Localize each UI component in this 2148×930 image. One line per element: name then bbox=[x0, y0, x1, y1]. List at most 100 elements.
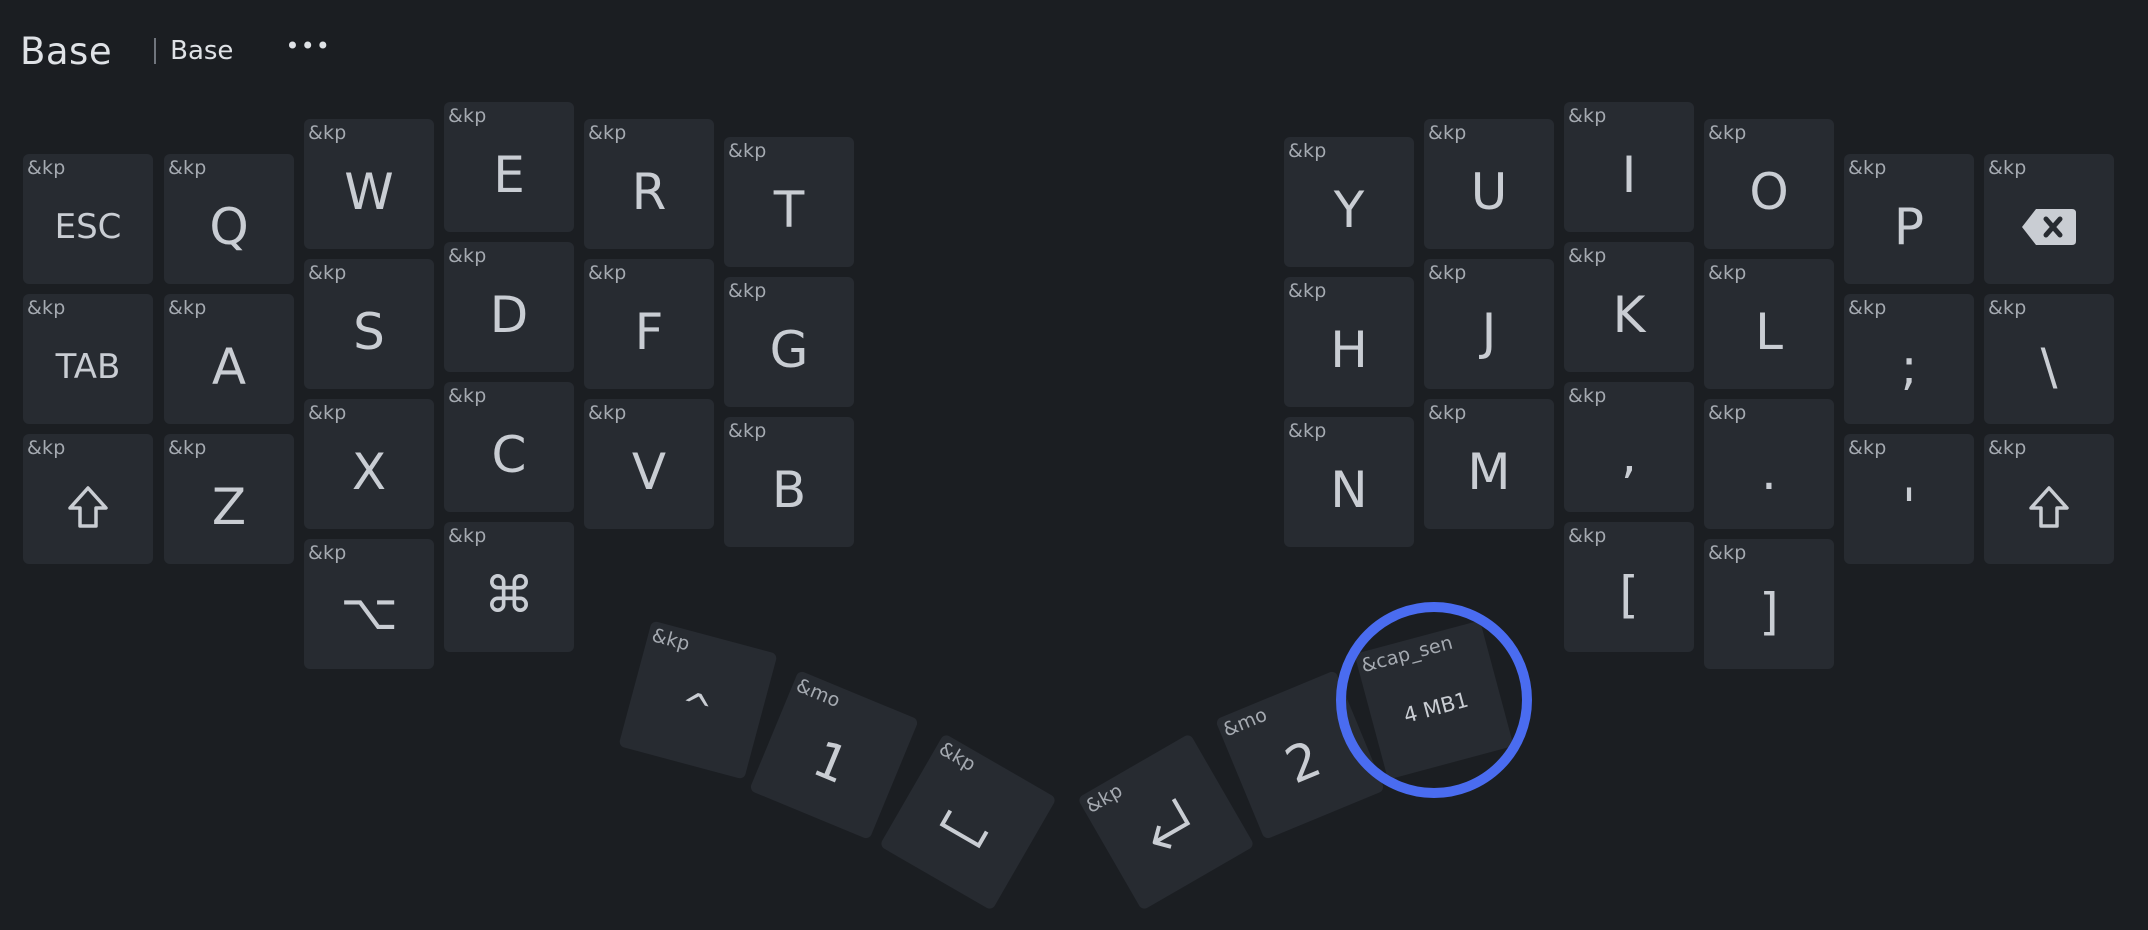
key-param-label: K bbox=[1612, 286, 1646, 344]
key-h[interactable]: &kp H bbox=[1284, 277, 1414, 407]
key-k[interactable]: &kp K bbox=[1564, 242, 1694, 372]
key-param-label: V bbox=[631, 443, 667, 501]
key-binding-label: &kp bbox=[1568, 385, 1607, 407]
key-binding-label: &kp bbox=[1988, 157, 2027, 179]
key-z[interactable]: &kp Z bbox=[164, 434, 294, 564]
key-binding-label: &kp bbox=[1988, 437, 2027, 459]
key-y[interactable]: &kp Y bbox=[1284, 137, 1414, 267]
key-f[interactable]: &kp F bbox=[584, 259, 714, 389]
key-'[interactable]: &kp ' bbox=[1844, 434, 1974, 564]
key-l[interactable]: &kp L bbox=[1704, 259, 1834, 389]
key-2[interactable]: &mo 2 bbox=[1215, 670, 1385, 840]
key-param-label: C bbox=[491, 426, 527, 484]
key-binding-label: &kp bbox=[168, 437, 207, 459]
key-binding-label: &kp bbox=[308, 542, 347, 564]
key-param-label: ESC bbox=[54, 207, 122, 247]
key-esc[interactable]: &kp ESC bbox=[23, 154, 153, 284]
key-binding-label: &kp bbox=[308, 402, 347, 424]
key-param-label: L bbox=[1755, 303, 1783, 361]
key-x[interactable]: &kp X bbox=[304, 399, 434, 529]
key-binding-label: &kp bbox=[168, 297, 207, 319]
key-param-label: ' bbox=[1902, 478, 1916, 536]
key-g[interactable]: &kp G bbox=[724, 277, 854, 407]
key-;[interactable]: &kp; bbox=[1844, 294, 1974, 424]
key-binding-label: &kp bbox=[27, 297, 66, 319]
key-\[interactable]: &kp \ bbox=[1984, 294, 2114, 424]
key-binding-label: &kp bbox=[1288, 280, 1327, 302]
key-1[interactable]: &mo 1 bbox=[749, 670, 919, 840]
key-[[interactable]: &kp [ bbox=[1564, 522, 1694, 652]
key-r[interactable]: &kp R bbox=[584, 119, 714, 249]
key-param-label: T bbox=[773, 181, 805, 239]
layer-name-field[interactable]: Base bbox=[166, 32, 237, 70]
key-n[interactable]: &kp N bbox=[1284, 417, 1414, 547]
key-v[interactable]: &kp V bbox=[584, 399, 714, 529]
key-.[interactable]: &kp. bbox=[1704, 399, 1834, 529]
key-binding-label: &kp bbox=[1568, 105, 1607, 127]
key-binding-label: &kp bbox=[588, 122, 627, 144]
key-^[interactable]: &kp ^ bbox=[618, 620, 778, 780]
key-binding-label: &kp bbox=[588, 262, 627, 284]
key-param-label: ] bbox=[1759, 583, 1779, 641]
key-u[interactable]: &kp U bbox=[1424, 119, 1554, 249]
shift-icon bbox=[1984, 460, 2114, 554]
key-param-label: , bbox=[1621, 426, 1637, 484]
key-param-label: F bbox=[634, 303, 664, 361]
key-param-label: E bbox=[493, 146, 525, 204]
key-p[interactable]: &kp P bbox=[1844, 154, 1974, 284]
key-binding-label: &kp bbox=[1848, 437, 1887, 459]
key-return-icon[interactable]: &kp bbox=[1077, 733, 1255, 911]
key-param-label: \ bbox=[2040, 338, 2058, 396]
key-param-label: ^ bbox=[674, 682, 718, 734]
key-binding-label: &kp bbox=[1708, 262, 1747, 284]
key-t[interactable]: &kp T bbox=[724, 137, 854, 267]
key-space-icon[interactable]: &kp bbox=[879, 733, 1057, 911]
key-m[interactable]: &kp M bbox=[1424, 399, 1554, 529]
more-options-button[interactable]: ••• bbox=[279, 34, 336, 68]
key-binding-label: &kp bbox=[728, 420, 767, 442]
key-shift-icon[interactable]: &kp bbox=[1984, 434, 2114, 564]
key-binding-label: &kp bbox=[308, 122, 347, 144]
key-tab[interactable]: &kp TAB bbox=[23, 294, 153, 424]
key-binding-label: &kp bbox=[728, 140, 767, 162]
key-,[interactable]: &kp, bbox=[1564, 382, 1694, 512]
key-4-mb1[interactable]: &cap_sen 4 MB1 bbox=[1354, 620, 1514, 780]
key-param-label: Y bbox=[1333, 181, 1365, 239]
key-param-label: ⌘ bbox=[484, 566, 534, 624]
key-i[interactable]: &kp I bbox=[1564, 102, 1694, 232]
key-backspace-icon[interactable]: &kp bbox=[1984, 154, 2114, 284]
key-binding-label: &kp bbox=[1708, 542, 1747, 564]
key-param-label: R bbox=[631, 163, 667, 221]
key-o[interactable]: &kp O bbox=[1704, 119, 1834, 249]
key-b[interactable]: &kp B bbox=[724, 417, 854, 547]
key-w[interactable]: &kp W bbox=[304, 119, 434, 249]
key-binding-label: &kp bbox=[728, 280, 767, 302]
key-⌘[interactable]: &kp ⌘ bbox=[444, 522, 574, 652]
key-param-label: M bbox=[1467, 443, 1511, 501]
key-param-label: U bbox=[1470, 163, 1508, 221]
key-binding-label: &kp bbox=[448, 525, 487, 547]
key-param-label: N bbox=[1330, 461, 1368, 519]
key-param-label: H bbox=[1330, 321, 1368, 379]
key-param-label: G bbox=[769, 321, 809, 379]
key-d[interactable]: &kp D bbox=[444, 242, 574, 372]
key-e[interactable]: &kp E bbox=[444, 102, 574, 232]
key-param-label: Z bbox=[211, 478, 247, 536]
layer-title: Base bbox=[20, 29, 113, 73]
key-param-label: X bbox=[351, 443, 387, 501]
key-j[interactable]: &kp J bbox=[1424, 259, 1554, 389]
key-binding-label: &kp bbox=[27, 437, 66, 459]
backspace-icon bbox=[1984, 180, 2114, 274]
key-binding-label: &kp bbox=[1428, 402, 1467, 424]
key-c[interactable]: &kp C bbox=[444, 382, 574, 512]
key-s[interactable]: &kp S bbox=[304, 259, 434, 389]
key-param-label: . bbox=[1761, 443, 1777, 501]
key-shift-icon[interactable]: &kp bbox=[23, 434, 153, 564]
key-q[interactable]: &kp Q bbox=[164, 154, 294, 284]
key-param-label: J bbox=[1481, 303, 1497, 361]
key-⌥[interactable]: &kp ⌥ bbox=[304, 539, 434, 669]
key-param-label: W bbox=[344, 163, 394, 221]
key-][interactable]: &kp] bbox=[1704, 539, 1834, 669]
key-param-label: ⌥ bbox=[340, 583, 398, 641]
key-a[interactable]: &kp A bbox=[164, 294, 294, 424]
